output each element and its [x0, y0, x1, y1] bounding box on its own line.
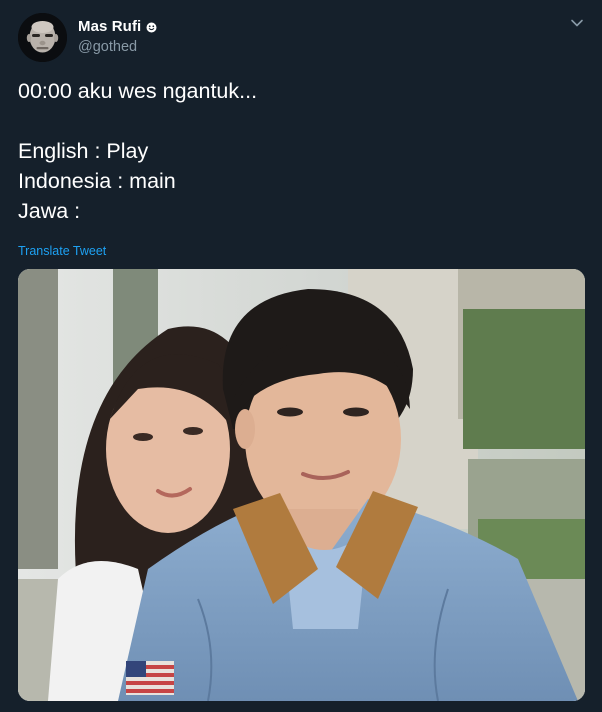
avatar[interactable] — [18, 13, 67, 62]
tweet-photo[interactable] — [18, 269, 585, 701]
tweet-card: Mas Rufi @gothed 00:00 aku wes ngantuk..… — [0, 0, 602, 712]
tweet-line: English : Play — [18, 139, 149, 163]
tweet-text: 00:00 aku wes ngantuk... English : Play … — [18, 76, 578, 226]
tweet-line: Indonesia : main — [18, 169, 176, 193]
chevron-down-icon[interactable] — [570, 18, 584, 28]
tweet-line: 00:00 aku wes ngantuk... — [18, 79, 258, 103]
user-handle[interactable]: @gothed — [78, 39, 137, 55]
smiley-icon — [146, 22, 157, 33]
tweet-line: Jawa : — [18, 199, 81, 223]
translate-tweet-link[interactable]: Translate Tweet — [18, 244, 106, 258]
display-name[interactable]: Mas Rufi — [78, 18, 141, 35]
